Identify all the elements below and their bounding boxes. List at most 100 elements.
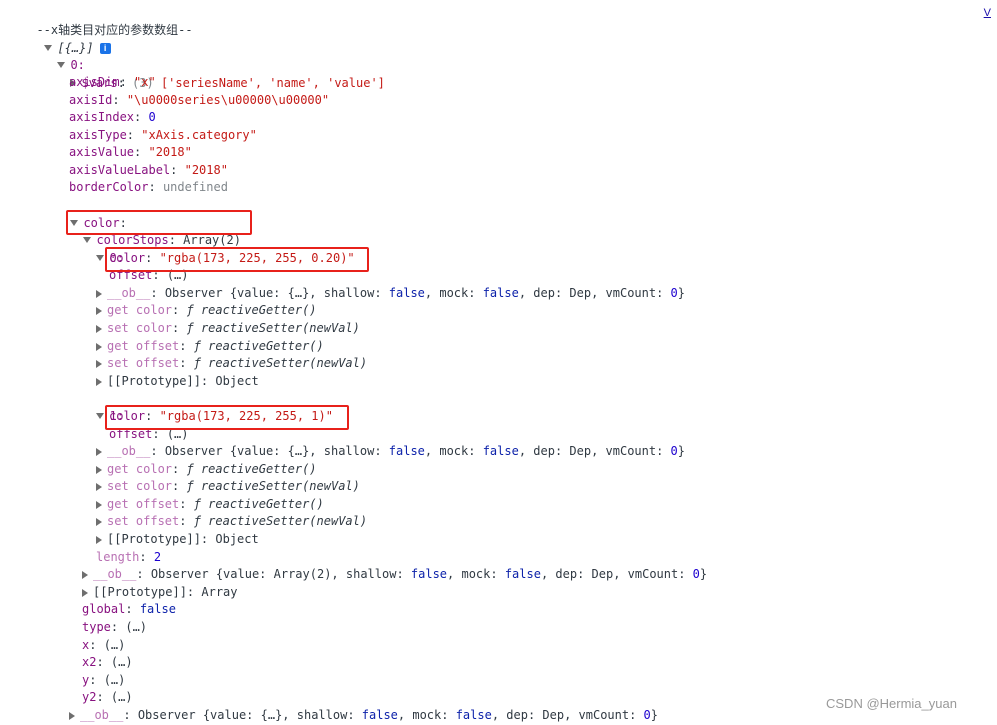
shallow-value: false: [361, 708, 398, 722]
item-0-row[interactable]: 0:: [43, 39, 85, 72]
prop-key: set offset: [107, 356, 180, 370]
stop0-getcolor-row[interactable]: get color: ƒ reactiveGetter(): [96, 302, 317, 320]
observer-preview: , dep: Dep, vmCount:: [491, 708, 644, 722]
prop-x2-row[interactable]: x2: (…): [82, 654, 133, 672]
separator: :: [172, 462, 187, 476]
prop-value: Object: [215, 374, 259, 388]
expand-toggle-icon[interactable]: [96, 306, 102, 315]
expand-toggle-icon[interactable]: [96, 482, 102, 491]
stop1-getoffset-row[interactable]: get offset: ƒ reactiveGetter(): [96, 496, 324, 514]
expand-toggle-icon[interactable]: [96, 324, 102, 333]
console-log-label: --x轴类目对应的参数数组--: [22, 4, 192, 37]
expand-toggle-icon[interactable]: [96, 465, 102, 474]
separator: :: [186, 585, 202, 599]
expand-toggle-icon[interactable]: [69, 711, 75, 720]
prop-value: reactiveGetter(): [200, 303, 317, 317]
color-ob-row[interactable]: __ob__: Observer {value: {…}, shallow: f…: [69, 707, 658, 725]
expand-toggle-icon[interactable]: [96, 413, 105, 419]
separator: :: [126, 128, 142, 142]
expand-toggle-icon[interactable]: [96, 535, 102, 544]
prop-key: type: [82, 620, 111, 634]
array-ob-row[interactable]: __ob__: Observer {value: Array(2), shall…: [82, 566, 707, 584]
stop0-ob-row[interactable]: __ob__: Observer {value: {…}, shallow: f…: [96, 285, 685, 303]
prop-vars-row[interactable]: $vars: (3) ['seriesName', 'name', 'value…: [56, 57, 385, 90]
stop0-setcolor-row[interactable]: set color: ƒ reactiveSetter(newVal): [96, 320, 360, 338]
prop-axisType-row: axisType: "xAxis.category": [69, 127, 257, 145]
separator: :: [110, 620, 126, 634]
prop-type-row[interactable]: type: (…): [82, 619, 147, 637]
separator: :: [139, 550, 154, 564]
expand-toggle-icon[interactable]: [96, 359, 102, 368]
expand-toggle-icon[interactable]: [96, 289, 102, 298]
stop1-setoffset-row[interactable]: set offset: ƒ reactiveSetter(newVal): [96, 513, 367, 531]
prop-x-row[interactable]: x: (…): [82, 637, 125, 655]
separator: :: [134, 145, 149, 159]
stop1-setcolor-row[interactable]: set color: ƒ reactiveSetter(newVal): [96, 478, 360, 496]
lazy-value-button[interactable]: (…): [125, 620, 147, 634]
lazy-value-button[interactable]: (…): [111, 655, 133, 669]
stop1-getcolor-row[interactable]: get color: ƒ reactiveGetter(): [96, 461, 317, 479]
prop-y2-row[interactable]: y2: (…): [82, 689, 133, 707]
prop-value: reactiveGetter(): [200, 462, 317, 476]
prop-value: reactiveGetter(): [208, 339, 324, 353]
separator: :: [119, 75, 135, 89]
prop-borderColor-row: borderColor: undefined: [69, 179, 228, 197]
shallow-value: false: [410, 567, 448, 581]
source-link[interactable]: V: [984, 7, 991, 19]
prop-key: get offset: [107, 339, 180, 353]
prop-key: length: [96, 550, 140, 564]
root-array-row[interactable]: [{…}] i: [30, 22, 111, 55]
prop-value: reactiveSetter(newVal): [208, 356, 368, 370]
prop-key: y2: [82, 690, 97, 704]
expand-toggle-icon[interactable]: [96, 447, 102, 456]
expand-toggle-icon[interactable]: [96, 517, 102, 526]
separator: :: [112, 93, 127, 107]
lazy-value-button[interactable]: (…): [104, 673, 126, 687]
separator: :: [170, 163, 185, 177]
expand-toggle-icon[interactable]: [96, 377, 102, 386]
vmcount-value: 0: [692, 567, 700, 581]
prop-key: global: [82, 602, 126, 616]
expand-toggle-icon[interactable]: [96, 342, 102, 351]
separator: :: [179, 339, 194, 353]
mock-value: false: [482, 286, 519, 300]
lazy-value-button[interactable]: (…): [104, 638, 126, 652]
separator: :: [125, 602, 140, 616]
prop-y-row[interactable]: y: (…): [82, 672, 125, 690]
separator: :: [172, 303, 187, 317]
array-prototype-row[interactable]: [[Prototype]]: Array: [82, 584, 238, 602]
separator: :: [123, 708, 138, 722]
separator: :: [172, 321, 187, 335]
lazy-value-button[interactable]: (…): [111, 690, 133, 704]
info-icon[interactable]: i: [99, 42, 111, 54]
observer-preview: , mock:: [424, 286, 483, 300]
prop-value: "x": [134, 75, 156, 89]
expand-toggle-icon[interactable]: [96, 255, 105, 261]
observer-preview: }: [699, 567, 708, 581]
stop0-setoffset-row[interactable]: set offset: ƒ reactiveSetter(newVal): [96, 355, 367, 373]
stop1-ob-row[interactable]: __ob__: Observer {value: {…}, shallow: f…: [96, 443, 685, 461]
shallow-value: false: [388, 286, 425, 300]
stop0-prototype-row[interactable]: [[Prototype]]: Object: [96, 373, 259, 391]
prop-key: __ob__: [107, 444, 151, 458]
function-icon: ƒ: [193, 356, 209, 370]
vmcount-value: 0: [670, 286, 678, 300]
prop-key: set color: [107, 321, 173, 335]
separator: :: [96, 655, 111, 669]
function-icon: ƒ: [193, 514, 209, 528]
stop1-prototype-row[interactable]: [[Prototype]]: Object: [96, 531, 259, 549]
mock-value: false: [482, 444, 519, 458]
observer-preview: }: [650, 708, 659, 722]
observer-preview: , mock:: [447, 567, 505, 581]
observer-preview: , mock:: [397, 708, 456, 722]
expand-toggle-icon[interactable]: [82, 570, 88, 579]
prop-key: get color: [107, 303, 173, 317]
prop-key: axisId: [69, 93, 113, 107]
prop-key: x2: [82, 655, 97, 669]
function-icon: ƒ: [186, 479, 201, 493]
prop-key: set color: [107, 479, 173, 493]
expand-toggle-icon[interactable]: [82, 588, 88, 597]
stop0-getoffset-row[interactable]: get offset: ƒ reactiveGetter(): [96, 338, 324, 356]
prop-key: borderColor: [69, 180, 149, 194]
expand-toggle-icon[interactable]: [96, 500, 102, 509]
